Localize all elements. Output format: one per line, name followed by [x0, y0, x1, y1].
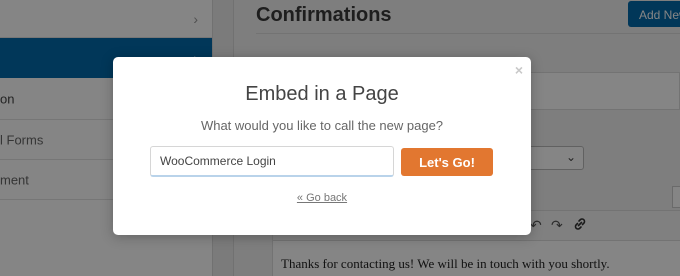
go-back-link[interactable]: « Go back — [113, 192, 531, 204]
lets-go-button[interactable]: Let's Go! — [401, 148, 493, 176]
modal-title: Embed in a Page — [245, 83, 399, 105]
embed-page-modal: × Embed in a Page What would you like to… — [113, 57, 531, 235]
modal-subtitle: What would you like to call the new page… — [200, 118, 444, 133]
page-name-input[interactable] — [150, 146, 394, 177]
close-icon[interactable]: × — [515, 62, 523, 78]
